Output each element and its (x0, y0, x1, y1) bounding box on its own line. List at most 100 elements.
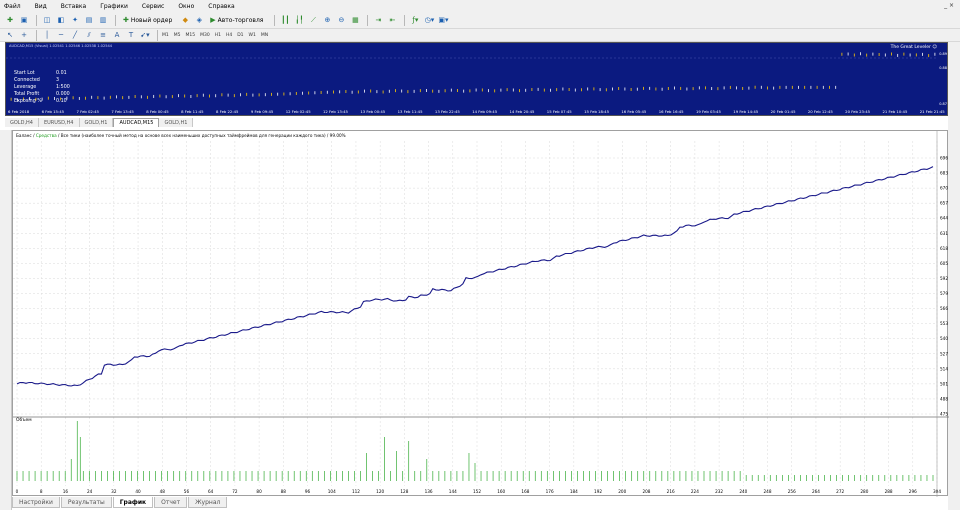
y-tick-label: 488 (940, 396, 948, 401)
menu-tools[interactable]: Сервис (142, 3, 164, 10)
tile-windows-icon[interactable]: ▦ (349, 14, 361, 27)
chart-tab-gold-h1[interactable]: GOLD,H1 (79, 118, 114, 127)
y-tick-label: 475 (940, 412, 948, 417)
tab-journal[interactable]: Журнал (188, 497, 228, 508)
x-tick-label: 72 (232, 489, 238, 494)
label-icon[interactable]: T (125, 29, 137, 42)
y-tick-label: 605 (940, 261, 948, 266)
period-m15[interactable]: M15 (186, 33, 196, 38)
period-h4[interactable]: H4 (226, 33, 232, 38)
tab-settings[interactable]: Настройки (12, 497, 60, 508)
tab-report[interactable]: Отчет (154, 497, 188, 508)
stat-key: Total Profit (14, 92, 40, 97)
vertical-line-icon[interactable]: │ (41, 29, 53, 42)
zoom-in-icon[interactable]: ⊕ (321, 14, 333, 27)
profiles-icon[interactable]: ▣ (18, 14, 30, 27)
menu-help[interactable]: Справка (208, 3, 234, 10)
menu-file[interactable]: Файл (4, 3, 21, 10)
period-m1[interactable]: M1 (162, 33, 169, 38)
cursor-icon[interactable]: ↖ (4, 29, 16, 42)
new-order-button[interactable]: ✚ Новый ордер (120, 14, 175, 27)
channel-icon[interactable]: ⫽ (83, 29, 95, 42)
navigator-icon[interactable]: ✦ (69, 14, 81, 27)
period-d1[interactable]: D1 (237, 33, 243, 38)
x-tick-label: 48 (160, 489, 166, 494)
text-icon[interactable]: A (111, 29, 123, 42)
arrow-shape-icon[interactable]: ➹▾ (139, 29, 151, 42)
price-y-tick: 0.89 (939, 52, 947, 56)
price-x-tick: 20 Feb 01:45 (770, 109, 796, 114)
auto-trading-label: Авто-торговля (217, 16, 264, 24)
metaeditor-icon[interactable]: ◆ (179, 14, 191, 27)
indicators-icon[interactable]: ƒ▾ (409, 14, 421, 27)
y-tick-label: 566 (940, 306, 948, 311)
stat-row: Exposing % 0.10 (14, 98, 70, 105)
tester-tabs: Настройки Результаты График Отчет Журнал (12, 497, 228, 509)
price-x-tick: 6 Feb 15:45 (41, 109, 65, 114)
period-h1[interactable]: H1 (215, 33, 221, 38)
y-tick-label: 683 (940, 171, 948, 176)
standard-toolbar: ✚ ▣ ◫ ◧ ✦ ▤ ▥ ✚ Новый ордер ◆ ◈ ▶ Авто-тор… (0, 12, 960, 29)
horizontal-line-icon[interactable]: ─ (55, 29, 67, 42)
new-order-icon: ✚ (123, 16, 129, 24)
menu-view[interactable]: Вид (35, 3, 47, 10)
zoom-out-icon[interactable]: ⊖ (335, 14, 347, 27)
period-w1[interactable]: W1 (249, 33, 256, 38)
chart-shift-icon[interactable]: ⇤ (386, 14, 398, 27)
autoscroll-icon[interactable]: ⇥ (372, 14, 384, 27)
stat-value: 1:500 (56, 85, 70, 90)
x-tick-label: 120 (376, 489, 384, 494)
chart-tab-gold-h1-2[interactable]: GOLD,H1 (159, 118, 194, 127)
price-x-tick: 13 Feb 22:45 (434, 109, 460, 114)
stat-value: 0.000 (56, 92, 70, 97)
templates-icon[interactable]: ▣▾ (437, 14, 449, 27)
bar-chart-icon[interactable]: ┃┃ (279, 14, 291, 27)
price-x-tick: 21 Feb 21:45 (919, 109, 945, 114)
menu-window[interactable]: Окно (178, 3, 194, 10)
tester-graph[interactable]: 0 8 16 24 32 40 48 56 64 72 80 88 96 104 112 120 128 136 1… (12, 130, 949, 497)
stat-value: 0.10 (56, 99, 67, 104)
fibonacci-icon[interactable]: ≡ (97, 29, 109, 42)
drawing-toolbar: ↖ + │ ─ ╱ ⫽ ≡ A T ➹▾ M1 M5 M15 M30 H1 H4… (0, 29, 960, 42)
period-mn[interactable]: MN (261, 33, 268, 38)
y-tick-label: 514 (940, 366, 948, 371)
market-watch-icon[interactable]: ◫ (41, 14, 53, 27)
stat-row: Start Lot 0.01 (14, 70, 70, 77)
price-y-tick: 0.88 (939, 66, 947, 70)
menu-charts[interactable]: Графики (100, 3, 128, 10)
crosshair-icon[interactable]: + (18, 29, 30, 42)
price-chart[interactable]: AUDCAD,M15 (Visual) 1.02541 1.02546 1.02… (5, 42, 948, 116)
data-window-icon[interactable]: ◧ (55, 14, 67, 27)
chart-tab-eurusd-h4[interactable]: EURUSD,H4 (38, 118, 80, 127)
terminal-icon[interactable]: ▤ (83, 14, 95, 27)
y-tick-label: 657 (940, 201, 948, 206)
x-tick-label: 104 (328, 489, 336, 494)
balance-line (16, 166, 934, 387)
chart-tab-audcad-m15[interactable]: AUDCAD,M15 (113, 118, 160, 127)
period-m5[interactable]: M5 (174, 33, 181, 38)
toolbar-divider (404, 14, 406, 26)
periods-icon[interactable]: ◷▾ (423, 14, 435, 27)
trendline-icon[interactable]: ╱ (69, 29, 81, 42)
tab-results[interactable]: Результаты (60, 497, 112, 508)
tab-graph[interactable]: График (112, 497, 154, 508)
x-tick-label: 280 (860, 489, 868, 494)
window-controls[interactable]: _ × (944, 2, 954, 9)
y-tick-label: 527 (940, 351, 948, 356)
candlesticks-icon[interactable]: ╽╿ (293, 14, 305, 27)
menu-insert[interactable]: Вставка (61, 3, 86, 10)
price-x-tick: 8 Feb 00:45 (146, 109, 169, 114)
new-chart-icon[interactable]: ✚ (4, 14, 16, 27)
chart-tab-gold-h4[interactable]: GOLD,H4 (5, 118, 39, 127)
alerts-icon[interactable]: ◈ (193, 14, 205, 27)
line-chart-icon[interactable]: ⟋ (307, 14, 319, 27)
stat-key: Start Lot (14, 71, 35, 76)
period-m30[interactable]: M30 (200, 33, 210, 38)
price-x-tick: 14 Feb 09:45 (472, 109, 498, 114)
x-tick-label: 192 (594, 489, 602, 494)
price-x-tick: 9 Feb 09:45 (250, 109, 274, 114)
toolbar-divider (274, 14, 276, 26)
x-tick-label: 240 (739, 489, 747, 494)
auto-trading-button[interactable]: ▶ Авто-торговля (207, 14, 266, 27)
strategy-tester-icon[interactable]: ▥ (97, 14, 109, 27)
